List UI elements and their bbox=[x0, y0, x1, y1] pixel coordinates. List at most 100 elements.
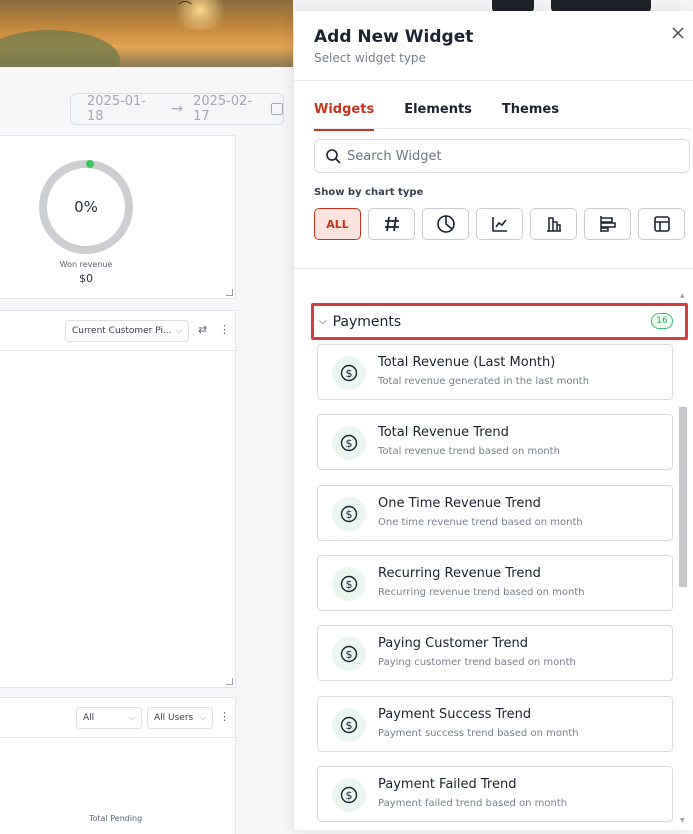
widget-title: Recurring Revenue Trend bbox=[378, 566, 541, 581]
chevron-down-icon: ⌵ bbox=[128, 713, 135, 722]
search-icon bbox=[326, 149, 341, 164]
widget-tabs: Widgets Elements Themes bbox=[314, 102, 559, 131]
divider bbox=[294, 268, 693, 269]
svg-text:$: $ bbox=[346, 648, 353, 661]
chart-type-bar-button[interactable] bbox=[530, 208, 577, 240]
group-count-badge: 16 bbox=[651, 313, 673, 329]
chevron-down-icon: ⌵ bbox=[319, 316, 327, 327]
widget-item[interactable]: $ Payment Failed Trend Payment failed tr… bbox=[317, 766, 673, 822]
search-box bbox=[314, 139, 690, 173]
users-select-value: All Users bbox=[154, 713, 194, 723]
chart-type-number-button[interactable] bbox=[368, 208, 415, 240]
chart-type-pie-button[interactable] bbox=[422, 208, 469, 240]
widget-item[interactable]: $ Total Revenue (Last Month) Total reven… bbox=[317, 344, 673, 400]
dollar-circle-icon: $ bbox=[332, 497, 366, 531]
widget-item[interactable]: $ One Time Revenue Trend One time revenu… bbox=[317, 485, 673, 541]
bar-chart-icon bbox=[546, 217, 561, 232]
dollar-circle-icon: $ bbox=[332, 708, 366, 742]
svg-text:$: $ bbox=[346, 508, 353, 521]
widget-subtitle: Payment failed trend based on month bbox=[378, 798, 568, 809]
widget-subtitle: Recurring revenue trend based on month bbox=[378, 587, 585, 598]
users-select[interactable]: All Users ⌵ bbox=[147, 707, 213, 729]
group-name: Payments bbox=[332, 313, 402, 330]
chart-type-label: Show by chart type bbox=[314, 187, 424, 198]
widget-title: Paying Customer Trend bbox=[378, 636, 529, 651]
date-end: 2025-02-17 bbox=[193, 94, 253, 124]
tab-elements[interactable]: Elements bbox=[404, 102, 472, 131]
bird-icon: ⌒ bbox=[178, 1, 192, 17]
widget-item[interactable]: $ Paying Customer Trend Paying customer … bbox=[317, 625, 673, 681]
widget-subtitle: Total revenue generated in the last mont… bbox=[378, 376, 590, 387]
chevron-down-icon: ⌵ bbox=[199, 713, 206, 722]
svg-text:$: $ bbox=[346, 437, 353, 450]
chart-type-table-button[interactable] bbox=[638, 208, 685, 240]
table-icon bbox=[653, 216, 670, 232]
more-vertical-icon[interactable]: ⋮ bbox=[219, 710, 230, 723]
widget-subtitle: One time revenue trend based on month bbox=[378, 517, 583, 528]
customer-pipeline-card: Current Customer Pi... ⌵ ⇄ ⋮ bbox=[0, 310, 236, 688]
scroll-up-icon[interactable]: ▲ bbox=[680, 292, 685, 299]
svg-text:$: $ bbox=[346, 578, 353, 591]
date-start: 2025-01-18 bbox=[87, 94, 147, 124]
widget-title: Payment Success Trend bbox=[378, 707, 532, 722]
widget-item[interactable]: $ Recurring Revenue Trend Recurring reve… bbox=[317, 555, 673, 611]
chart-type-line-button[interactable] bbox=[476, 208, 523, 240]
widget-title: Payment Failed Trend bbox=[378, 777, 517, 792]
dollar-circle-icon: $ bbox=[332, 637, 366, 671]
arrow-right-icon: → bbox=[171, 101, 184, 117]
widget-item[interactable]: $ Total Revenue Trend Total revenue tren… bbox=[317, 414, 673, 470]
resize-handle-icon[interactable] bbox=[226, 678, 233, 685]
won-revenue-label: Won revenue bbox=[59, 260, 113, 269]
donut-marker bbox=[86, 160, 94, 168]
widget-subtitle: Total revenue trend based on month bbox=[378, 446, 560, 457]
horizontal-bar-icon bbox=[599, 216, 616, 232]
divider bbox=[294, 80, 693, 81]
filter-select[interactable]: All ⌵ bbox=[76, 707, 142, 729]
total-pending-label: Total Pending bbox=[89, 814, 143, 823]
chevron-down-icon: ⌵ bbox=[175, 326, 182, 335]
card-header: Current Customer Pi... ⌵ ⇄ ⋮ bbox=[0, 311, 235, 351]
search-input[interactable] bbox=[347, 148, 667, 164]
widget-item[interactable]: $ Payment Success Trend Payment success … bbox=[317, 696, 673, 752]
dollar-circle-icon: $ bbox=[332, 356, 366, 390]
dollar-circle-icon: $ bbox=[332, 567, 366, 601]
more-vertical-icon[interactable]: ⋮ bbox=[219, 323, 230, 336]
close-icon bbox=[672, 27, 684, 39]
dollar-circle-icon: $ bbox=[332, 778, 366, 812]
add-widget-drawer: Add New Widget Select widget type Widget… bbox=[293, 11, 693, 830]
widget-title: Total Revenue Trend bbox=[378, 425, 509, 440]
widget-subtitle: Paying customer trend based on month bbox=[378, 657, 576, 668]
pipeline-select-value: Current Customer Pi... bbox=[72, 326, 172, 336]
chart-type-horizontal-bar-button[interactable] bbox=[584, 208, 631, 240]
chart-type-filters: ALL bbox=[314, 208, 685, 240]
pie-chart-icon bbox=[436, 215, 455, 233]
payments-group-header[interactable]: ⌵ Payments 16 bbox=[311, 303, 688, 340]
dashboard-area: 2025-01-18 → 2025-02-17 0% Won revenue $… bbox=[0, 67, 293, 834]
hash-icon bbox=[384, 216, 399, 232]
tab-widgets[interactable]: Widgets bbox=[314, 102, 375, 131]
svg-text:$: $ bbox=[346, 789, 353, 802]
won-revenue-value: $0 bbox=[79, 272, 93, 285]
pending-card: All ⌵ All Users ⌵ ⋮ Total Pending bbox=[0, 697, 236, 834]
drawer-subtitle: Select widget type bbox=[314, 51, 426, 65]
won-revenue-card: 0% Won revenue $0 bbox=[0, 135, 236, 299]
line-chart-icon bbox=[491, 217, 507, 232]
scrollbar-thumb[interactable] bbox=[679, 407, 687, 587]
donut-chart: 0% bbox=[39, 160, 133, 254]
svg-text:$: $ bbox=[346, 367, 353, 380]
calendar-icon bbox=[271, 103, 283, 115]
svg-text:$: $ bbox=[346, 719, 353, 732]
card-header: All ⌵ All Users ⌵ ⋮ bbox=[0, 698, 235, 738]
tab-themes[interactable]: Themes bbox=[502, 102, 559, 131]
scroll-down-icon[interactable]: ▼ bbox=[680, 817, 685, 824]
swap-icon[interactable]: ⇄ bbox=[198, 323, 207, 336]
close-button[interactable] bbox=[671, 25, 689, 43]
filter-select-value: All bbox=[83, 713, 95, 723]
widget-title: One Time Revenue Trend bbox=[378, 496, 541, 511]
date-range-picker[interactable]: 2025-01-18 → 2025-02-17 bbox=[70, 93, 284, 125]
pipeline-select[interactable]: Current Customer Pi... ⌵ bbox=[65, 320, 189, 342]
dollar-circle-icon: $ bbox=[332, 426, 366, 460]
header-banner-image: ⌒ bbox=[0, 0, 293, 67]
chart-type-all-button[interactable]: ALL bbox=[314, 208, 361, 240]
resize-handle-icon[interactable] bbox=[226, 289, 233, 296]
